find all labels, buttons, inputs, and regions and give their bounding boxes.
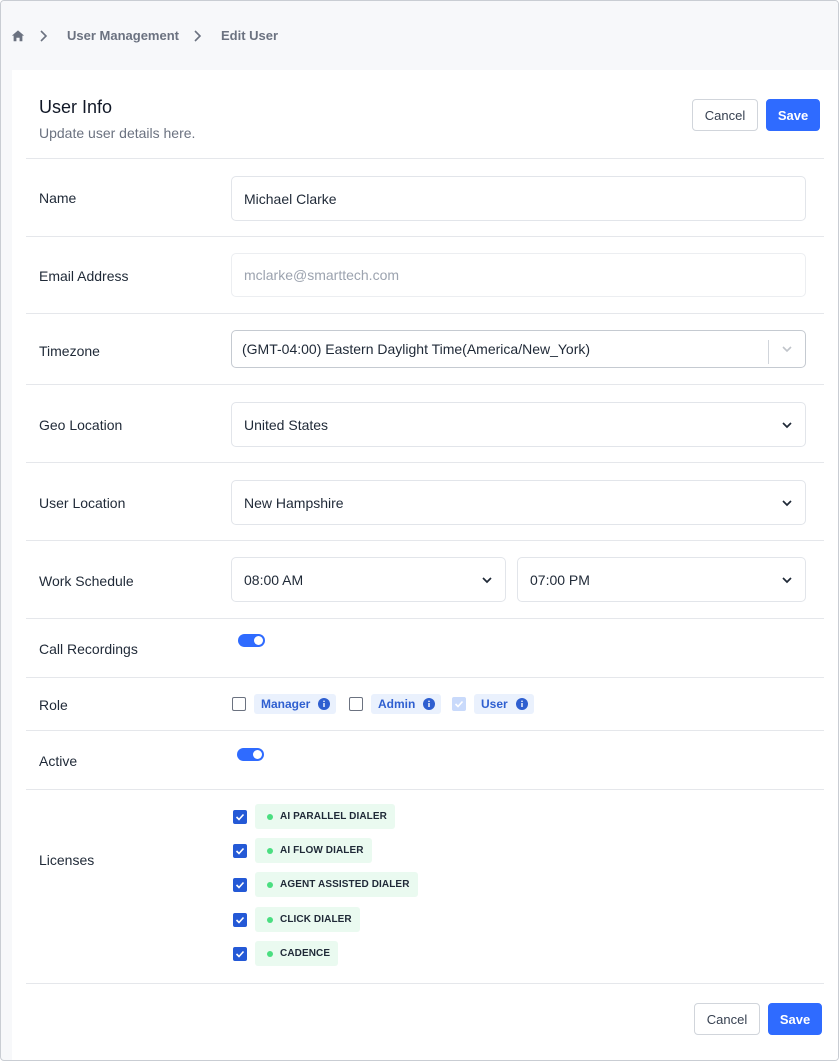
role-user-label: User: [481, 697, 508, 711]
page-title: User Info: [39, 97, 113, 117]
license-chip: CADENCE: [255, 941, 339, 966]
name-value: Michael Clarke: [244, 190, 337, 207]
breadcrumb-edit-user: Edit User: [220, 28, 279, 43]
licenses-row: Licenses AI PARALLEL DIALER AI FLOW DIAL…: [26, 789, 824, 984]
toggle-knob: [253, 750, 262, 759]
email-row: Email Address mclarke@smarttech.com: [26, 236, 824, 313]
license-label: AI PARALLEL DIALER: [280, 811, 387, 822]
work-schedule-label: Work Schedule: [39, 573, 134, 589]
call-recordings-row: Call Recordings: [26, 618, 824, 677]
page-subtitle: Update user details here.: [39, 125, 196, 141]
active-toggle[interactable]: [237, 748, 264, 761]
home-icon[interactable]: [11, 29, 25, 43]
active-label: Active: [39, 753, 78, 769]
license-label: CLICK DIALER: [280, 914, 352, 925]
call-recordings-label: Call Recordings: [39, 641, 138, 657]
role-manager-label: Manager: [261, 697, 311, 711]
chevron-right-icon: [39, 29, 51, 42]
license-label: AI FLOW DIALER: [280, 845, 364, 856]
footer-cancel-button[interactable]: Cancel: [694, 1003, 760, 1035]
timezone-select[interactable]: (GMT-04:00) Eastern Daylight Time(Americ…: [231, 330, 806, 368]
active-row: Active: [26, 730, 824, 789]
status-dot: [267, 881, 273, 888]
chevron-down-icon: [782, 346, 792, 353]
cancel-button[interactable]: Cancel: [692, 99, 758, 131]
license-chip: AGENT ASSISTED DIALER: [255, 872, 418, 897]
chevron-right-icon: [193, 29, 205, 42]
timezone-label: Timezone: [39, 343, 100, 359]
role-row: Role Manager Admin User: [26, 677, 824, 730]
work-schedule-row: Work Schedule 08:00 AM 07:00 PM: [26, 540, 824, 618]
role-label: Role: [39, 697, 68, 713]
select-divider: [768, 340, 769, 364]
role-user-chip: User: [474, 694, 534, 714]
status-dot: [267, 916, 273, 923]
role-admin-checkbox[interactable]: [349, 697, 363, 711]
license-label: AGENT ASSISTED DIALER: [280, 879, 410, 890]
license-checkbox[interactable]: [233, 810, 247, 824]
chevron-down-icon: [782, 499, 792, 506]
name-input[interactable]: Michael Clarke: [231, 176, 806, 221]
geo-location-select[interactable]: United States: [231, 402, 806, 447]
schedule-start-select[interactable]: 08:00 AM: [231, 557, 506, 602]
timezone-row: Timezone (GMT-04:00) Eastern Daylight Ti…: [26, 313, 824, 384]
role-admin-chip: Admin: [371, 694, 442, 714]
license-checkbox[interactable]: [233, 844, 247, 858]
info-icon[interactable]: [423, 698, 436, 710]
name-row: Name Michael Clarke: [26, 158, 824, 236]
toggle-knob: [254, 636, 263, 645]
status-dot: [267, 950, 273, 957]
user-location-row: User Location New Hampshire: [26, 462, 824, 540]
footer-save-button[interactable]: Save: [768, 1003, 822, 1035]
breadcrumb-user-management[interactable]: User Management: [67, 28, 179, 43]
schedule-end-value: 07:00 PM: [530, 571, 590, 588]
licenses-label: Licenses: [39, 852, 95, 868]
email-label: Email Address: [39, 268, 129, 284]
geo-location-value: United States: [244, 416, 329, 433]
status-dot: [267, 813, 273, 820]
geo-location-label: Geo Location: [39, 417, 123, 433]
role-manager-checkbox[interactable]: [232, 697, 246, 711]
license-checkbox[interactable]: [233, 947, 247, 961]
chevron-down-icon: [482, 576, 492, 583]
info-icon[interactable]: [515, 698, 528, 710]
save-button[interactable]: Save: [766, 99, 820, 131]
license-chip: AI FLOW DIALER: [255, 838, 372, 863]
email-field: mclarke@smarttech.com: [231, 253, 806, 297]
license-chip: AI PARALLEL DIALER: [255, 804, 395, 829]
role-user-checkbox: [452, 697, 466, 711]
status-dot: [267, 847, 273, 854]
chevron-down-icon: [782, 576, 792, 583]
name-label: Name: [39, 190, 77, 206]
email-value: mclarke@smarttech.com: [244, 267, 400, 283]
chevron-down-icon: [782, 421, 792, 428]
app-frame: User Management Edit User User Info Upda…: [0, 0, 839, 1061]
license-checkbox[interactable]: [233, 878, 247, 892]
schedule-start-value: 08:00 AM: [244, 571, 304, 588]
card-header: User Info Update user details here. Canc…: [12, 70, 838, 158]
call-recordings-toggle[interactable]: [238, 634, 265, 647]
license-checkbox[interactable]: [233, 913, 247, 927]
user-location-label: User Location: [39, 495, 126, 511]
breadcrumb: User Management Edit User: [1, 1, 838, 70]
user-info-card: User Info Update user details here. Canc…: [12, 70, 838, 1060]
role-manager-chip: Manager: [254, 694, 337, 714]
geo-location-row: Geo Location United States: [26, 384, 824, 462]
info-icon[interactable]: [318, 698, 331, 710]
schedule-end-select[interactable]: 07:00 PM: [517, 557, 806, 602]
license-label: CADENCE: [280, 948, 331, 959]
timezone-value: (GMT-04:00) Eastern Daylight Time(Americ…: [242, 341, 591, 357]
user-location-value: New Hampshire: [244, 494, 344, 511]
user-location-select[interactable]: New Hampshire: [231, 480, 806, 525]
role-admin-label: Admin: [378, 697, 416, 711]
license-chip: CLICK DIALER: [255, 907, 360, 932]
